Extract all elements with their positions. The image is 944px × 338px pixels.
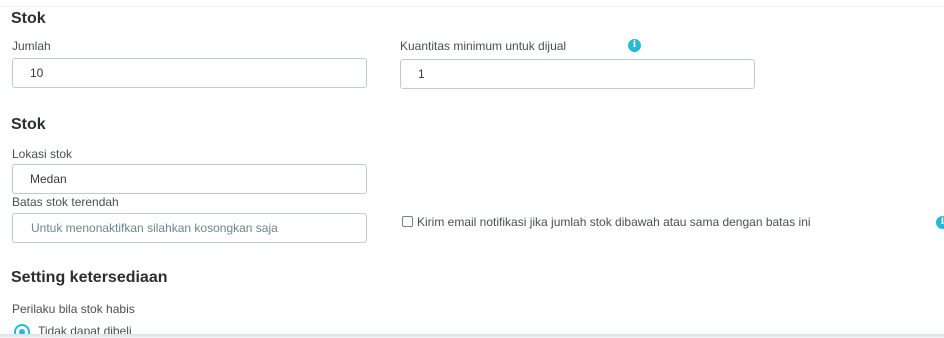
out-of-stock-option-row[interactable]: Tidak dapat dibeli bbox=[0, 322, 944, 334]
stock-section-title: Stok bbox=[11, 10, 46, 27]
radio-selected-icon[interactable] bbox=[14, 324, 30, 334]
stock-location-label: Lokasi stok bbox=[12, 147, 73, 161]
out-of-stock-behavior-label: Perilaku bila stok habis bbox=[12, 302, 135, 316]
low-stock-threshold-label: Batas stok terendah bbox=[12, 195, 119, 209]
top-divider bbox=[0, 6, 944, 7]
info-icon[interactable]: i bbox=[628, 39, 641, 52]
option-cannot-order-label[interactable]: Tidak dapat dibeli bbox=[38, 324, 132, 334]
low-stock-email-label[interactable]: Kirim email notifikasi jika jumlah stok … bbox=[417, 215, 811, 229]
bottom-divider bbox=[0, 334, 944, 338]
stock-location-section-title: Stok bbox=[11, 116, 46, 133]
checkbox-icon[interactable] bbox=[402, 216, 413, 227]
stock-location-input[interactable]: Medan bbox=[12, 164, 367, 194]
quantity-label: Jumlah bbox=[12, 39, 51, 53]
min-quantity-input[interactable]: 1 bbox=[400, 59, 755, 89]
quantity-input[interactable]: 10 bbox=[12, 58, 367, 88]
low-stock-threshold-input[interactable]: Untuk menonaktifkan silahkan kosongkan s… bbox=[12, 213, 367, 243]
info-icon[interactable]: i bbox=[936, 216, 944, 229]
availability-section-title: Setting ketersediaan bbox=[11, 269, 168, 286]
min-quantity-label: Kuantitas minimum untuk dijual bbox=[400, 39, 567, 53]
